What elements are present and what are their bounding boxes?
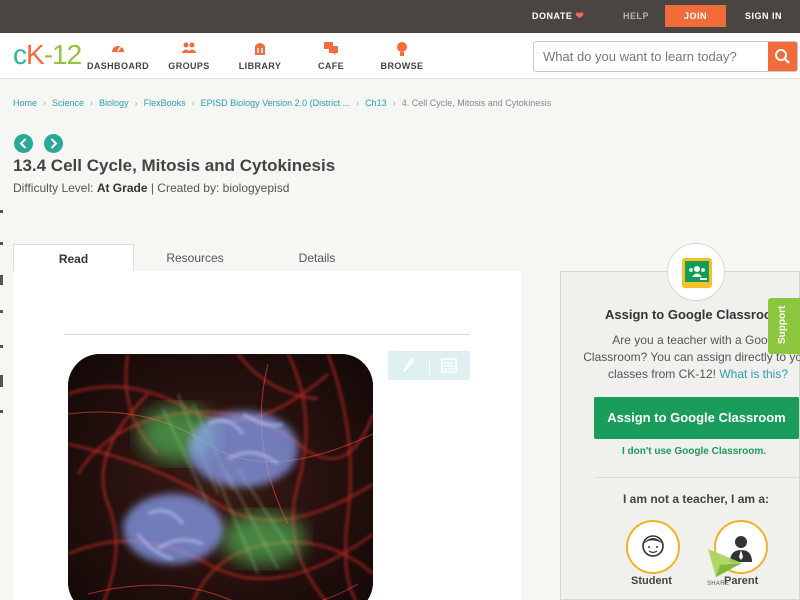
edit-toolbar [388, 351, 470, 380]
browse-icon [362, 41, 442, 57]
page-title: 13.4 Cell Cycle, Mitosis and Cytokinesis [13, 156, 336, 175]
search-icon [775, 49, 790, 64]
nav-dashboard-label: DASHBOARD [86, 61, 150, 71]
tab-read[interactable]: Read [13, 244, 134, 272]
breadcrumb-biology[interactable]: Biology [99, 98, 129, 108]
nav-browse[interactable]: BROWSE [362, 41, 442, 71]
chevron-right-icon [50, 138, 58, 149]
nav-library[interactable]: LIBRARY [220, 41, 300, 71]
chevron-left-icon [19, 138, 27, 149]
breadcrumb-book[interactable]: EPISD Biology Version 2.0 (District ... [201, 98, 351, 108]
main-header: cK-12 DASHBOARD GROUPS LIBRARY CAFE BROW… [0, 33, 800, 79]
library-icon [220, 41, 300, 57]
panel-title: Assign to Google Classroom [605, 307, 784, 322]
logo-number: 12 [52, 39, 82, 70]
assign-google-classroom-button[interactable]: Assign to Google Classroom [594, 397, 799, 439]
difficulty-value: At Grade [96, 181, 148, 195]
not-teacher-heading: I am not a teacher, I am a: [623, 492, 770, 506]
nav-cafe-label: CAFE [317, 61, 345, 71]
divider [594, 477, 799, 478]
nav-library-label: LIBRARY [238, 61, 282, 71]
chevron-right-icon: › [90, 98, 94, 108]
next-button[interactable] [44, 134, 63, 153]
support-tab[interactable]: Support [768, 298, 800, 354]
breadcrumb-flexbooks[interactable]: FlexBooks [144, 98, 186, 108]
read-content [13, 271, 521, 600]
panel-text-line: Are you a teacher with a Google [612, 333, 784, 347]
support-label: Support [777, 305, 788, 344]
breadcrumb-home[interactable]: Home [13, 98, 37, 108]
toolbar-divider [429, 356, 430, 375]
student-icon [642, 535, 664, 557]
breadcrumb-science[interactable]: Science [52, 98, 84, 108]
breadcrumb: Home › Science › Biology › FlexBooks › EPISD Bio… [13, 98, 551, 108]
chevron-right-icon: › [356, 98, 360, 108]
breadcrumb-current: 4. Cell Cycle, Mitosis and Cytokinesis [401, 98, 552, 108]
mitosis-microscopy-image [68, 354, 373, 600]
student-button[interactable] [626, 520, 680, 574]
created-by: | Created by: biologyepisd [147, 181, 290, 195]
panel-text-line: Classroom? You can assign directly to yo… [583, 350, 800, 364]
nav-dashboard[interactable]: DASHBOARD [78, 41, 158, 71]
share-label: SHARE [707, 581, 730, 587]
chevron-right-icon: › [392, 98, 396, 108]
search-box [533, 41, 798, 72]
top-bar: DONATE ❤ HELP JOIN SIGN IN [0, 0, 800, 33]
divider [64, 334, 470, 335]
nav-groups-label: GROUPS [168, 61, 210, 71]
chevron-right-icon: › [134, 98, 138, 108]
student-label: Student [631, 575, 672, 587]
dashboard-icon [78, 41, 158, 57]
heart-icon: ❤ [575, 11, 585, 22]
donate-link[interactable]: DONATE ❤ [532, 0, 584, 33]
donate-label: DONATE [532, 11, 573, 21]
chevron-right-icon: › [43, 98, 47, 108]
search-input[interactable] [534, 42, 768, 71]
content-tabs: Read Resources Details [13, 244, 521, 272]
google-classroom-icon [682, 258, 712, 288]
sign-in-link[interactable]: SIGN IN [745, 0, 782, 33]
search-button[interactable] [768, 42, 797, 71]
nav-browse-label: BROWSE [380, 61, 424, 71]
left-edge-marks [0, 200, 3, 430]
join-button[interactable]: JOIN [665, 5, 726, 27]
google-classroom-logo [667, 243, 725, 301]
logo-dash: - [43, 39, 53, 70]
cafe-icon [291, 41, 371, 57]
chevron-right-icon: › [191, 98, 195, 108]
tab-resources[interactable]: Resources [134, 244, 256, 272]
nav-groups[interactable]: GROUPS [149, 41, 229, 71]
logo-k: K [26, 39, 45, 70]
help-link[interactable]: HELP [623, 0, 649, 33]
paper-plane-icon [708, 549, 742, 577]
logo-c: c [13, 39, 27, 70]
difficulty-label: Difficulty Level: [13, 181, 97, 195]
ck12-logo[interactable]: cK-12 [13, 39, 82, 71]
breadcrumb-chapter[interactable]: Ch13 [365, 98, 387, 108]
notes-icon[interactable] [441, 358, 457, 378]
groups-icon [149, 41, 229, 57]
nav-cafe[interactable]: CAFE [291, 41, 371, 71]
previous-button[interactable] [14, 134, 33, 153]
pencil-icon[interactable] [401, 357, 415, 379]
panel-text-line: classes from CK-12! [607, 367, 720, 381]
panel-description: Are you a teacher with a Google Classroo… [578, 332, 800, 383]
page-meta: Difficulty Level: At Grade | Created by:… [13, 181, 289, 195]
what-is-this-link[interactable]: What is this? [719, 367, 788, 381]
tab-details[interactable]: Details [256, 244, 378, 272]
no-google-classroom-link[interactable]: I don't use Google Classroom. [622, 446, 766, 457]
